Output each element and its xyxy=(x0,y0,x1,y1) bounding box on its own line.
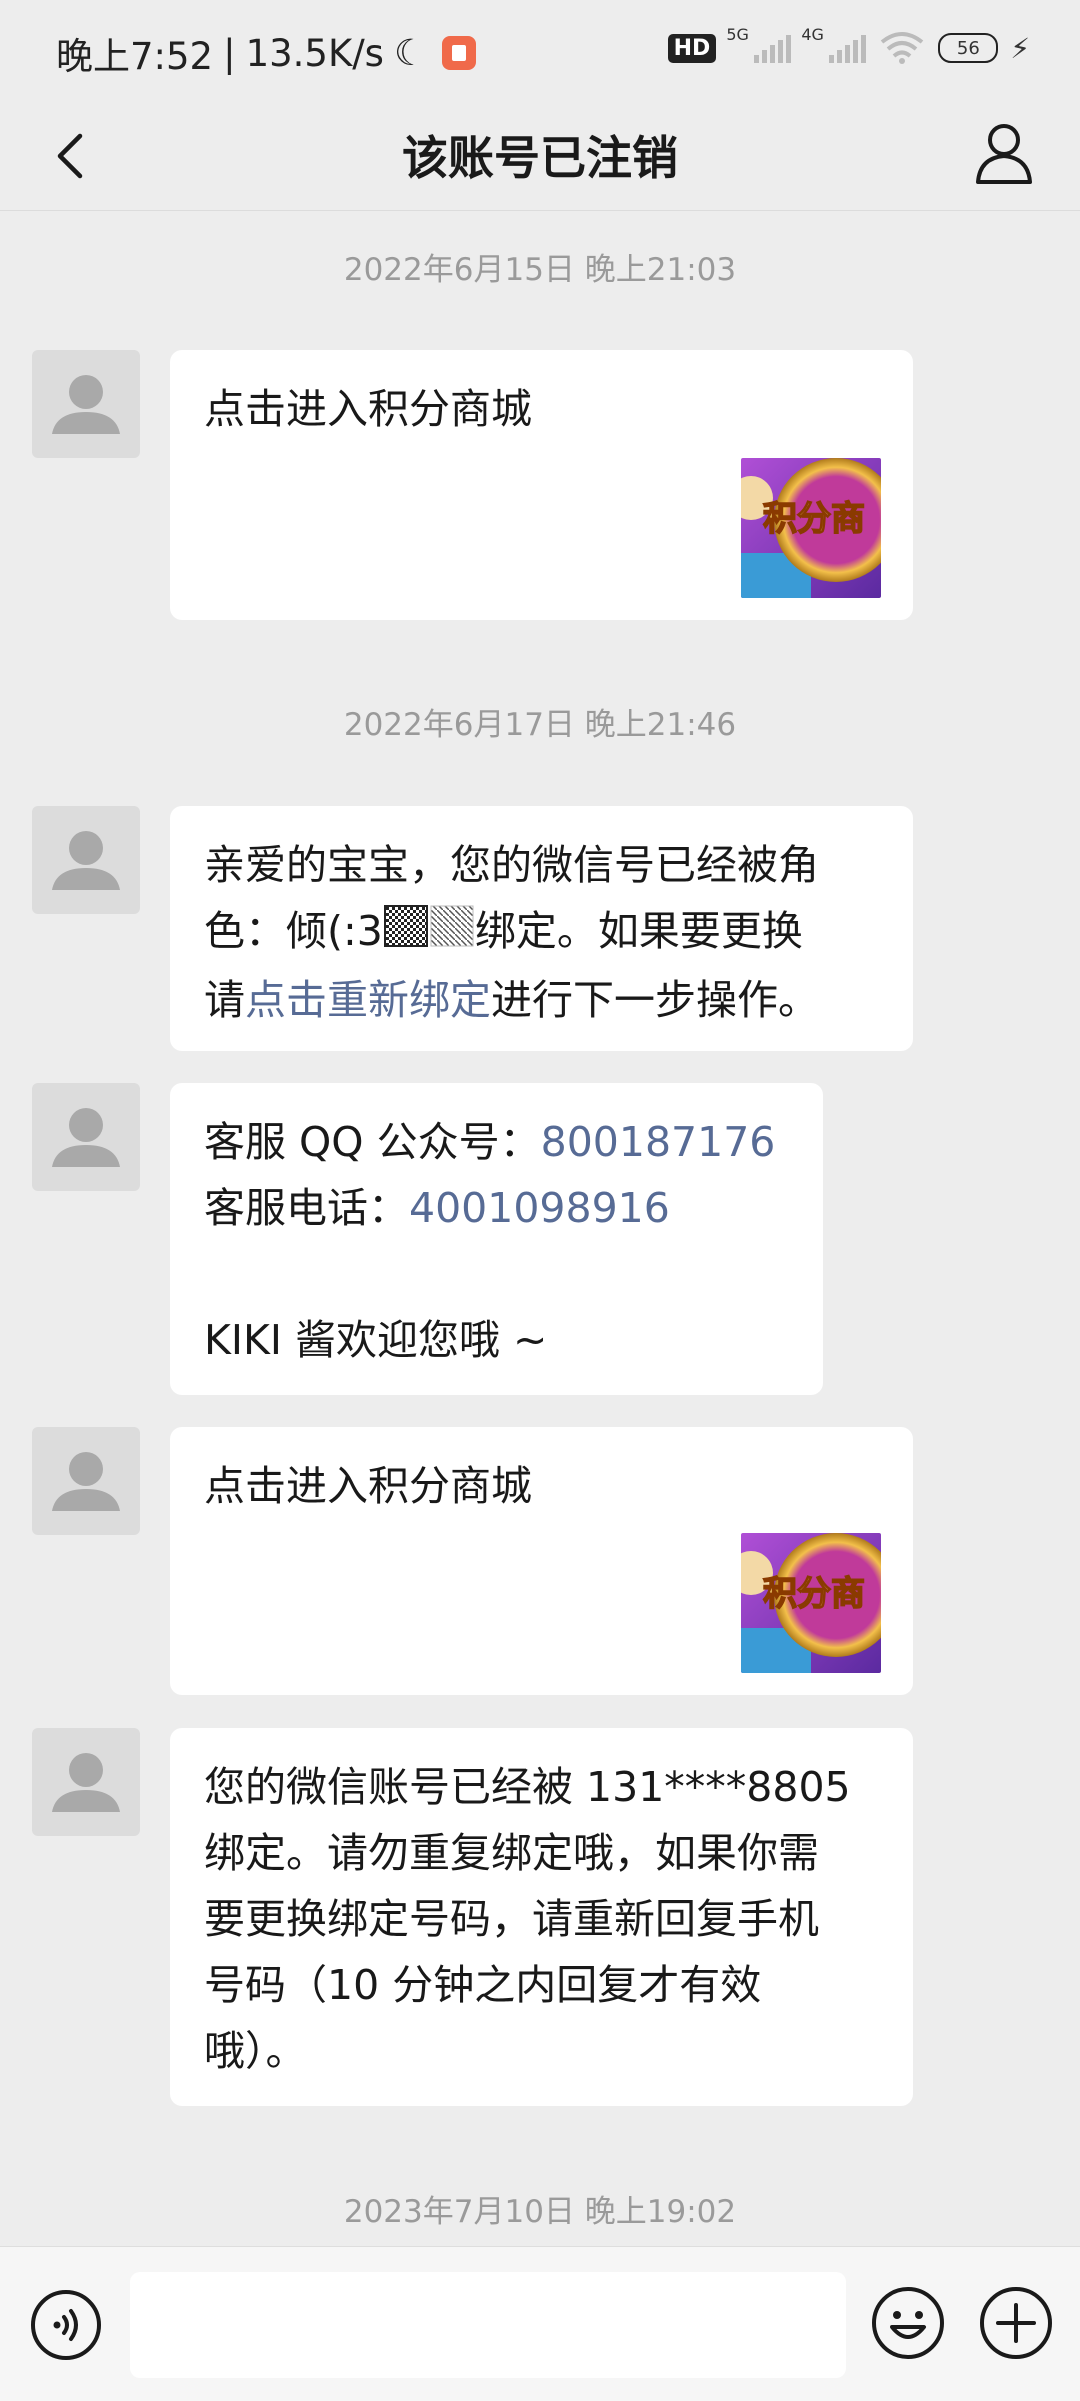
status-time: 晚上7:52 xyxy=(56,35,214,78)
wifi-icon xyxy=(881,32,924,64)
voice-icon[interactable] xyxy=(30,2289,102,2361)
signal-5g-icon: 5G xyxy=(726,25,792,63)
person-outline-icon[interactable] xyxy=(972,118,1036,190)
status-right: HD 5G 4G 56 ⚡ xyxy=(667,25,1030,66)
status-left: 晚上7:52 | 13.5K/s ☾ xyxy=(56,26,477,80)
message-bubble: 亲爱的宝宝，您的微信号已经被角 色：倾(:3 绑定。如果要更换 请点击重新绑定进… xyxy=(170,806,913,1051)
avatar[interactable] xyxy=(32,1728,140,1836)
hd-badge: HD xyxy=(667,33,717,63)
message-line: 要更换绑定号码，请重新回复手机 xyxy=(204,1895,819,1943)
qq-number-link[interactable]: 800187176 xyxy=(541,1118,776,1166)
rebind-link[interactable]: 点击重新绑定 xyxy=(245,976,491,1024)
battery-icon: 56 xyxy=(938,33,999,63)
thumbnail-label: 积分商 xyxy=(763,499,865,539)
avatar[interactable] xyxy=(32,1427,140,1535)
message-timestamp: 2022年6月15日 晚上21:03 xyxy=(343,252,737,288)
message-timestamp: 2022年6月17日 晚上21:46 xyxy=(343,707,737,743)
message-line: 色：倾(:3 绑定。如果要更换 xyxy=(204,898,879,967)
default-avatar-icon xyxy=(52,1108,120,1167)
avatar[interactable] xyxy=(32,1083,140,1191)
message-line: 客服电话：4001098916 xyxy=(204,1184,670,1232)
message-input[interactable] xyxy=(130,2272,846,2378)
message-line: 亲爱的宝宝，您的微信号已经被角 xyxy=(204,841,819,889)
message-bubble: 您的微信账号已经被 131****8805 绑定。请勿重复绑定哦，如果你需 要更… xyxy=(170,1728,913,2106)
charging-icon: ⚡ xyxy=(1010,31,1030,65)
status-bar: 晚上7:52 | 13.5K/s ☾ HD 5G 4G 56 ⚡ xyxy=(0,0,1080,100)
default-avatar-icon xyxy=(52,1452,120,1511)
message-line: 号码（10 分钟之内回复才有效 xyxy=(204,1961,762,2009)
mosaic-emoji-icon xyxy=(383,901,475,967)
avatar[interactable] xyxy=(32,806,140,914)
message-line: 绑定。请勿重复绑定哦，如果你需 xyxy=(204,1829,819,1877)
message-line: 客服 QQ 公众号：800187176 xyxy=(204,1118,776,1166)
card-title: 点击进入积分商城 xyxy=(204,385,532,433)
message-bubble: 客服 QQ 公众号：800187176 客服电话：4001098916 KIKI… xyxy=(170,1083,823,1395)
default-avatar-icon xyxy=(52,831,120,890)
default-avatar-icon xyxy=(52,1753,120,1812)
message-line: 您的微信账号已经被 131****8805 xyxy=(204,1763,851,1811)
card-thumbnail: 积分商 xyxy=(741,458,881,598)
message-timestamp: 2023年7月10日 晚上19:02 xyxy=(343,2194,737,2230)
card-title: 点击进入积分商城 xyxy=(204,1462,532,1510)
moon-icon: ☾ xyxy=(393,32,427,74)
link-card-bubble[interactable]: 点击进入积分商城 积分商 xyxy=(170,350,913,620)
page-title: 该账号已注销 xyxy=(402,131,678,185)
message-line: KIKI 酱欢迎您哦 ~ xyxy=(204,1316,548,1364)
message-line: 请点击重新绑定进行下一步操作。 xyxy=(204,976,819,1024)
signal-4g-icon: 4G xyxy=(801,25,867,63)
emoji-icon[interactable] xyxy=(870,2285,946,2361)
net-speed: 13.5K/s xyxy=(245,31,384,75)
input-bar xyxy=(0,2246,1080,2401)
avatar[interactable] xyxy=(32,350,140,458)
plus-icon[interactable] xyxy=(978,2285,1054,2361)
card-thumbnail: 积分商 xyxy=(741,1533,881,1673)
default-avatar-icon xyxy=(52,375,120,434)
app-notification-icon xyxy=(442,36,477,70)
phone-number-link[interactable]: 4001098916 xyxy=(409,1184,670,1232)
title-bar: 该账号已注销 xyxy=(0,100,1080,211)
link-card-bubble[interactable]: 点击进入积分商城 积分商 xyxy=(170,1427,913,1695)
thumbnail-label: 积分商 xyxy=(763,1574,865,1614)
message-line: 哦）。 xyxy=(204,2027,307,2075)
